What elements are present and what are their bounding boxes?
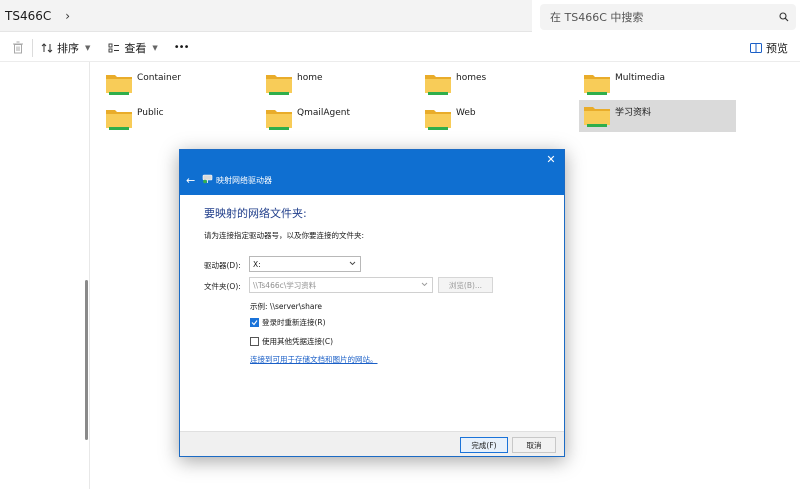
- view-button[interactable]: 查看 ▼: [104, 35, 161, 61]
- other-credentials-checkbox[interactable]: [250, 337, 259, 346]
- navigation-pane: [0, 62, 90, 489]
- trash-icon: [12, 41, 24, 54]
- drive-value: X:: [253, 259, 261, 269]
- folder-item[interactable]: Web: [410, 101, 566, 135]
- chevron-right-icon[interactable]: ›: [65, 9, 70, 23]
- folder-item[interactable]: Multimedia: [569, 66, 725, 100]
- example-text: 示例: \\server\share: [250, 302, 323, 311]
- view-label: 查看: [124, 41, 147, 55]
- chevron-down-icon: ▼: [85, 43, 91, 52]
- folder-name: Multimedia: [615, 73, 666, 83]
- back-arrow-icon[interactable]: ←: [186, 174, 195, 187]
- dialog-instruction: 请为连接指定驱动器号，以及你要连接的文件夹:: [204, 231, 365, 240]
- chevron-down-icon: [421, 281, 428, 290]
- dialog-heading: 要映射的网络文件夹:: [204, 207, 307, 220]
- cancel-button[interactable]: 取消: [512, 437, 556, 453]
- folder-path-value: \\Ts466c\学习资料: [253, 280, 317, 290]
- more-options-button[interactable]: •••: [170, 35, 193, 61]
- preview-button[interactable]: 预览: [746, 35, 792, 61]
- folder-icon: [583, 104, 611, 131]
- chevron-down-icon: [349, 260, 356, 269]
- network-drive-icon: [202, 173, 213, 187]
- preview-pane-icon: [750, 42, 762, 53]
- folder-icon: [424, 72, 452, 99]
- folder-item[interactable]: homes: [410, 66, 566, 100]
- folder-item[interactable]: Container: [91, 66, 247, 100]
- navigation-scrollbar[interactable]: [85, 280, 88, 440]
- folder-name: 学习资料: [615, 108, 652, 118]
- folder-icon: [265, 107, 293, 134]
- command-bar: 排序 ▼ 查看 ▼ ••• 预览: [0, 34, 800, 62]
- folder-name: QmailAgent: [297, 108, 351, 118]
- path-bar[interactable]: TS466C ›: [0, 0, 532, 32]
- address-bar: TS466C › 在 TS466C 中搜索: [0, 0, 800, 34]
- sort-icon: [41, 42, 53, 54]
- dialog-footer: 完成(F) 取消: [180, 431, 564, 456]
- drive-label: 驱动器(D):: [204, 261, 241, 270]
- folder-name: Web: [456, 108, 476, 118]
- folder-icon: [265, 72, 293, 99]
- reconnect-checkbox[interactable]: [250, 318, 259, 327]
- finish-button[interactable]: 完成(F): [460, 437, 508, 453]
- close-icon[interactable]: ✕: [544, 153, 558, 167]
- sort-label: 排序: [57, 41, 79, 55]
- dialog-title: 映射网络驱动器: [216, 176, 272, 185]
- folder-item[interactable]: QmailAgent: [251, 101, 407, 135]
- folder-item[interactable]: home: [251, 66, 407, 100]
- chevron-down-icon: ▼: [152, 43, 158, 52]
- search-input[interactable]: 在 TS466C 中搜索: [540, 4, 796, 30]
- folder-name: Container: [137, 73, 181, 83]
- folder-icon: [583, 72, 611, 99]
- folder-item[interactable]: Public: [91, 101, 247, 135]
- folder-name: home: [297, 73, 323, 83]
- reconnect-option[interactable]: 登录时重新连接(R): [250, 317, 326, 328]
- browse-button[interactable]: 浏览(B)...: [438, 277, 493, 293]
- dialog-header: ✕ ← 映射网络驱动器: [180, 150, 564, 195]
- path-segment[interactable]: TS466C: [5, 9, 51, 23]
- folder-icon: [105, 72, 133, 99]
- folder-icon: [424, 107, 452, 134]
- search-icon[interactable]: [772, 12, 796, 22]
- drive-select[interactable]: X:: [249, 256, 361, 272]
- folder-icon: [105, 107, 133, 134]
- other-credentials-option[interactable]: 使用其他凭据连接(C): [250, 336, 333, 347]
- other-credentials-label: 使用其他凭据连接(C): [262, 337, 334, 346]
- map-network-drive-dialog: ✕ ← 映射网络驱动器 要映射的网络文件夹: 请为连接指定驱动器号，以及你要连接…: [179, 149, 565, 457]
- delete-button[interactable]: [8, 35, 28, 61]
- search-placeholder: 在 TS466C 中搜索: [550, 11, 644, 24]
- website-link[interactable]: 连接到可用于存储文档和图片的网站。: [250, 354, 378, 365]
- folder-label: 文件夹(O):: [204, 282, 241, 291]
- folder-name: Public: [137, 108, 164, 118]
- folder-path-input[interactable]: \\Ts466c\学习资料: [249, 277, 433, 293]
- folder-item-selected[interactable]: 学习资料: [579, 100, 736, 132]
- reconnect-label: 登录时重新连接(R): [262, 318, 326, 327]
- preview-label: 预览: [766, 41, 788, 55]
- folder-name: homes: [456, 73, 487, 83]
- view-icon: [108, 42, 120, 54]
- toolbar-divider: [32, 38, 33, 57]
- sort-button[interactable]: 排序 ▼: [37, 35, 94, 61]
